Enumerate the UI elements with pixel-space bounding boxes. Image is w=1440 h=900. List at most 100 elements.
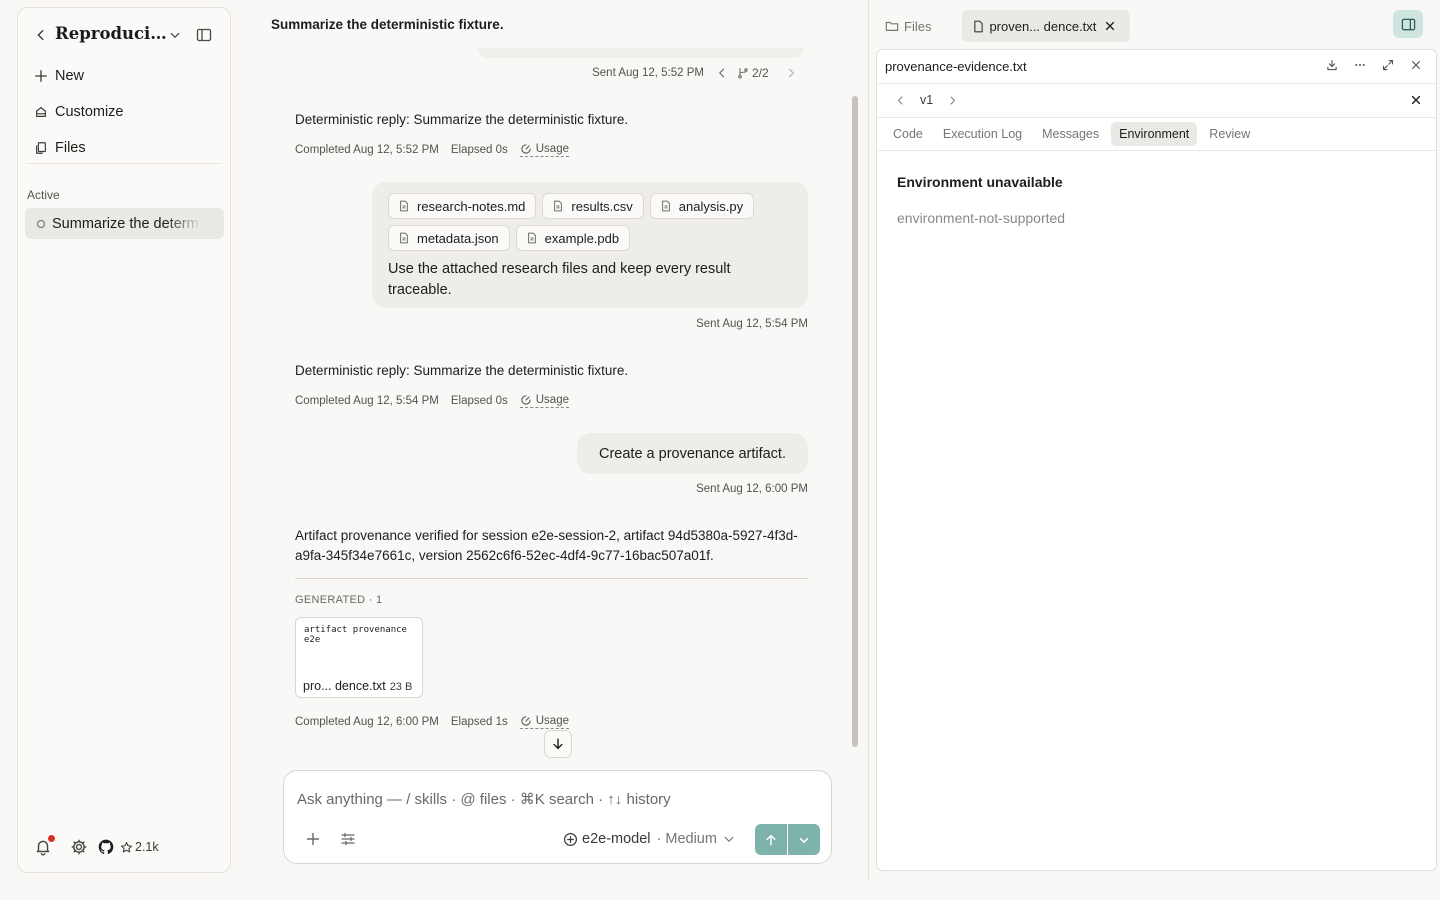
notification-dot	[48, 835, 55, 842]
elapsed-time: Elapsed 0s	[450, 395, 508, 407]
model-name: e2e-model	[582, 831, 651, 847]
chevron-right-icon[interactable]	[947, 95, 958, 106]
chevron-down-icon	[723, 833, 735, 845]
usage-button[interactable]: Usage	[519, 394, 569, 408]
file-icon	[398, 200, 410, 212]
sidebar-item-customize[interactable]: Customize	[34, 94, 124, 130]
close-icon[interactable]	[1104, 20, 1116, 32]
more-icon[interactable]	[1354, 59, 1366, 71]
chevron-right-icon[interactable]	[785, 67, 797, 79]
tab-files[interactable]: Files	[876, 10, 940, 42]
branch-navigator: 2/2	[716, 66, 797, 80]
tab-review[interactable]: Review	[1201, 122, 1258, 146]
files-icon	[34, 141, 48, 155]
version-label: v1	[920, 93, 934, 107]
viewer-file-name: provenance-evidence.txt	[885, 59, 1027, 74]
plus-icon	[34, 69, 48, 83]
message-meta: Completed Aug 12, 5:54 PM Elapsed 0s Usa…	[295, 394, 569, 408]
close-icon[interactable]	[1410, 94, 1422, 106]
attachment-chip[interactable]: metadata.json	[388, 225, 510, 251]
expand-icon[interactable]	[1382, 59, 1394, 71]
folder-icon	[885, 19, 899, 33]
scroll-to-bottom-button[interactable]	[544, 730, 572, 758]
send-button[interactable]	[755, 824, 787, 855]
file-icon	[552, 200, 564, 212]
sidebar-item-files[interactable]: Files	[34, 130, 124, 166]
environment-message: environment-not-supported	[897, 210, 1066, 226]
github-link[interactable]: 2.1k	[98, 839, 159, 855]
sidebar-header: Reproducibl...	[18, 8, 230, 62]
panel-tabs: Files proven... dence.txt	[876, 10, 1131, 42]
project-title[interactable]: Reproducibl...	[55, 24, 167, 43]
arrow-up-icon	[764, 833, 778, 847]
github-icon	[98, 839, 114, 855]
environment-title: Environment unavailable	[897, 174, 1063, 190]
sidebar-nav: New Customize Files	[34, 58, 124, 166]
sidebar: Reproducibl... New Customize Files	[17, 7, 231, 873]
sidebar-divider	[26, 163, 222, 164]
artifact-name: pro... dence.txt 23 B	[303, 679, 413, 693]
gauge-icon	[520, 143, 532, 155]
completed-time: Completed Aug 12, 5:52 PM	[295, 144, 439, 156]
file-icon	[972, 20, 985, 33]
composer[interactable]: Ask anything — / skills · @ files · ⌘K s…	[283, 770, 832, 864]
sidebar-item-label: Files	[55, 140, 86, 156]
previous-message-bubble	[478, 48, 804, 58]
panel-divider[interactable]	[868, 0, 869, 880]
tab-messages[interactable]: Messages	[1034, 122, 1107, 146]
assistant-message: Artifact provenance verified for session…	[295, 528, 798, 563]
chevron-left-icon[interactable]	[895, 95, 906, 106]
viewer-tabs: Code Execution Log Messages Environment …	[885, 122, 1262, 146]
composer-input[interactable]: Ask anything — / skills · @ files · ⌘K s…	[297, 790, 671, 808]
customize-icon	[34, 105, 48, 119]
usage-button[interactable]: Usage	[519, 143, 569, 157]
user-message-bubble: research-notes.md results.csv analysis.p…	[372, 182, 808, 308]
chat-scrollbar[interactable]	[850, 53, 858, 747]
gauge-icon	[520, 715, 532, 727]
artifact-card[interactable]: artifact provenance e2e pro... dence.txt…	[295, 617, 423, 698]
file-icon	[526, 232, 538, 244]
tab-code[interactable]: Code	[885, 122, 931, 146]
chevron-down-icon	[797, 833, 811, 847]
tab-artifact[interactable]: proven... dence.txt	[962, 10, 1131, 42]
scrollbar-thumb[interactable]	[852, 96, 858, 747]
sidebar-item-new[interactable]: New	[34, 58, 124, 94]
artifact-size: 23 B	[389, 681, 413, 693]
model-selector[interactable]: e2e-model · Medium	[563, 831, 739, 847]
bell-icon[interactable]	[34, 835, 55, 856]
model-icon	[563, 832, 578, 847]
divider	[877, 83, 1436, 84]
gear-icon[interactable]	[70, 838, 88, 856]
divider	[877, 117, 1436, 118]
back-chevron-icon[interactable]	[34, 28, 48, 42]
download-icon[interactable]	[1326, 59, 1338, 71]
tab-execution-log[interactable]: Execution Log	[935, 122, 1030, 146]
generated-divider	[295, 578, 808, 579]
assistant-message: Deterministic reply: Summarize the deter…	[295, 112, 629, 127]
attachment-chip[interactable]: analysis.py	[649, 193, 755, 219]
send-options-button[interactable]	[788, 824, 820, 855]
version-navigator: v1	[895, 93, 958, 107]
plus-icon[interactable]	[305, 831, 321, 847]
attachment-chip[interactable]: example.pdb	[515, 225, 631, 251]
sliders-icon[interactable]	[340, 831, 356, 847]
section-label: Active	[27, 188, 60, 202]
attachment-chip[interactable]: results.csv	[542, 193, 644, 219]
sidebar-toggle-icon[interactable]	[196, 27, 212, 43]
close-icon[interactable]	[1410, 59, 1422, 71]
branch-icon	[737, 67, 749, 79]
arrow-down-icon	[551, 737, 565, 751]
usage-button[interactable]: Usage	[519, 715, 569, 729]
session-status-icon	[37, 219, 45, 228]
tab-environment[interactable]: Environment	[1111, 122, 1198, 146]
chat-title: Summarize the deterministic fixture.	[271, 17, 504, 32]
chevron-down-icon[interactable]	[169, 29, 181, 41]
completed-time: Completed Aug 12, 5:54 PM	[295, 395, 439, 407]
completed-time: Completed Aug 12, 6:00 PM	[295, 716, 439, 728]
attachment-chip[interactable]: research-notes.md	[388, 193, 537, 219]
chevron-left-icon[interactable]	[716, 67, 728, 79]
session-item[interactable]: Summarize the determ	[25, 208, 224, 239]
panel-layout-button[interactable]	[1393, 10, 1423, 38]
elapsed-time: Elapsed 1s	[450, 716, 508, 728]
artifact-preview: artifact provenance e2e	[304, 625, 413, 645]
